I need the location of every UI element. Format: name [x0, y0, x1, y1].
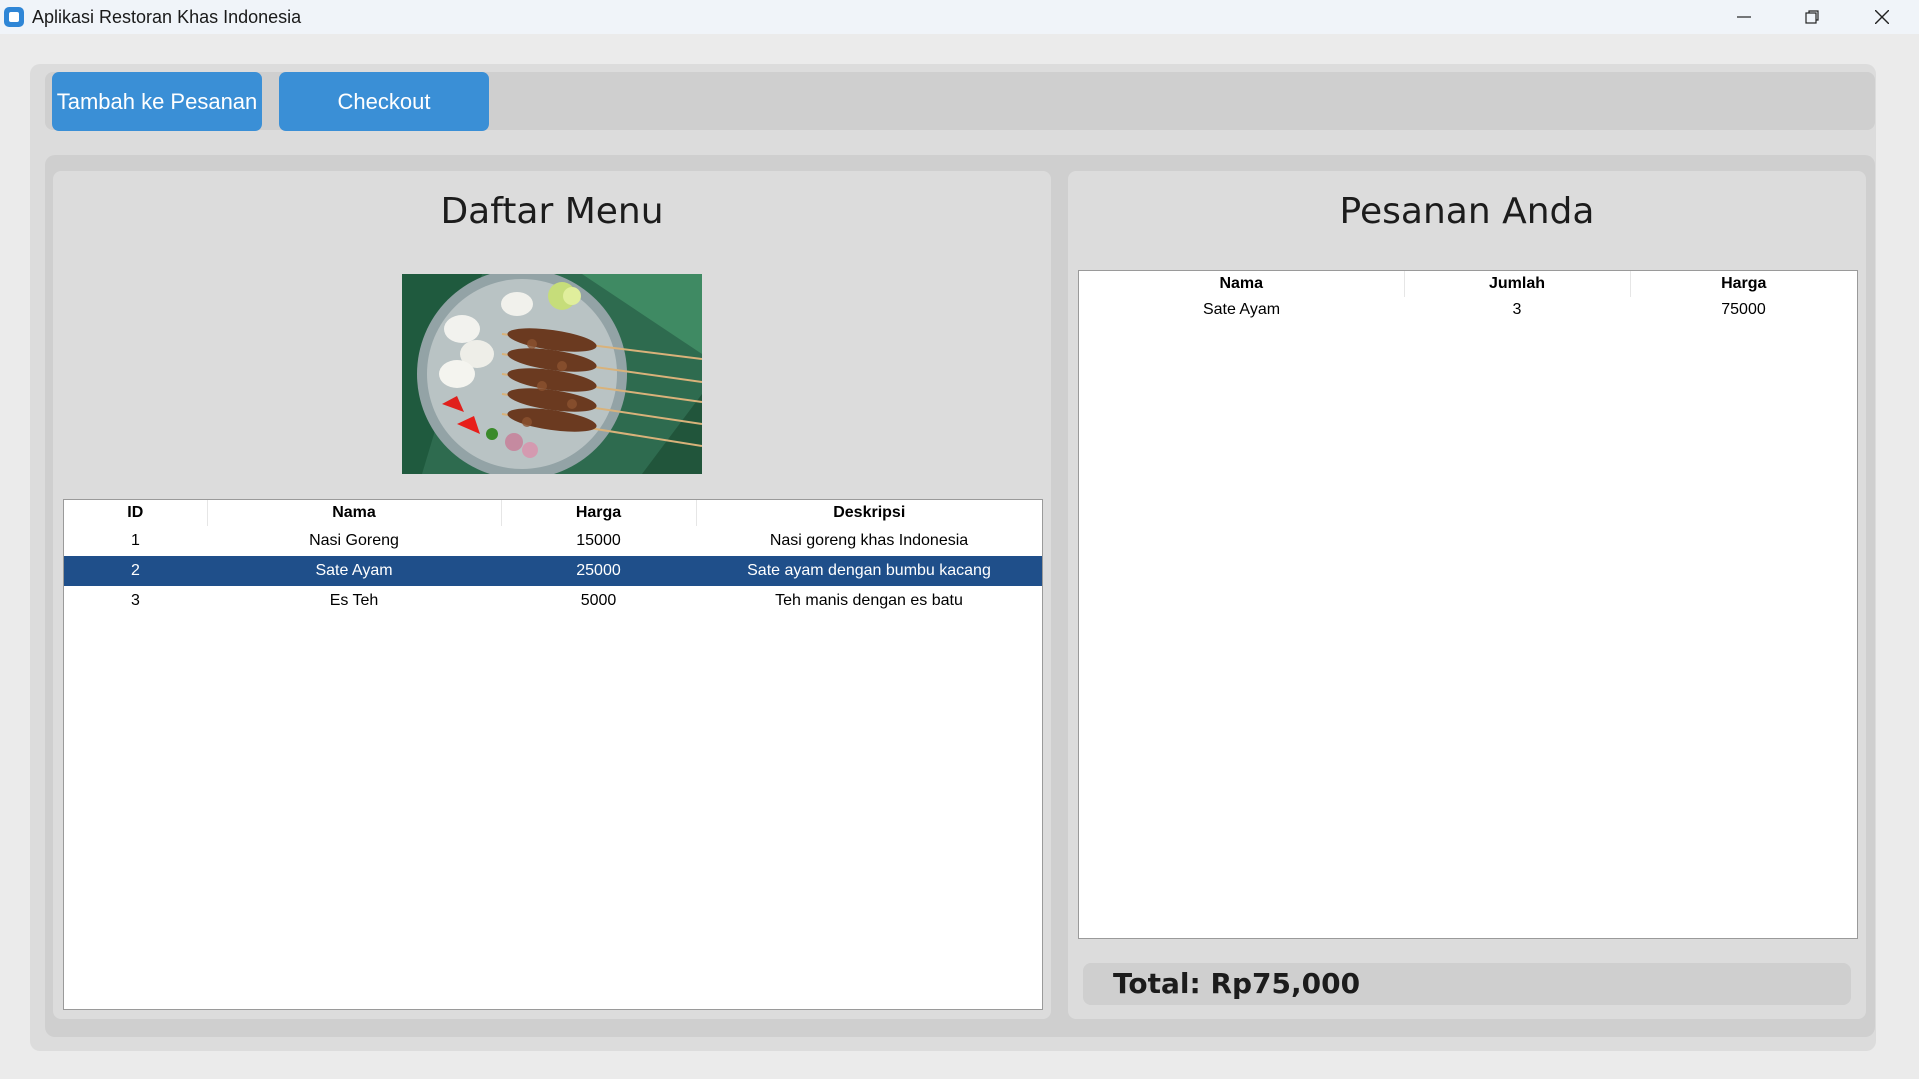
menu-table-header: ID Nama Harga Deskripsi	[64, 500, 1042, 526]
minimize-icon	[1737, 16, 1751, 18]
cell-deskripsi: Nasi goreng khas Indonesia	[769, 532, 969, 549]
table-row[interactable]: 1 Nasi Goreng 15000 Nasi goreng khas Ind…	[64, 526, 1042, 556]
column-header-deskripsi[interactable]: Deskripsi	[696, 500, 1042, 526]
window-title: Aplikasi Restoran Khas Indonesia	[32, 7, 302, 27]
order-table-header: Nama Jumlah Harga	[1079, 271, 1857, 297]
total-label: Total: Rp75,000	[1113, 967, 1361, 1000]
cell-id: 1	[131, 532, 140, 549]
menu-table[interactable]: ID Nama Harga Deskripsi 1 Nasi Goreng 15…	[63, 499, 1043, 1010]
close-button[interactable]	[1854, 0, 1910, 34]
maximize-button[interactable]	[1784, 0, 1840, 34]
order-table[interactable]: Nama Jumlah Harga Sate Ayam 3 75000	[1078, 270, 1858, 939]
cell-harga: 25000	[501, 556, 696, 586]
cell-deskripsi: Sate ayam dengan bumbu kacang	[696, 556, 1042, 586]
column-header-jumlah[interactable]: Jumlah	[1404, 271, 1631, 297]
table-row[interactable]: Sate Ayam 3 75000	[1079, 297, 1857, 323]
cell-harga: 15000	[576, 532, 621, 549]
cell-harga: 75000	[1721, 301, 1766, 318]
column-header-nama[interactable]: Nama	[1079, 271, 1405, 297]
add-to-order-button[interactable]: Tambah ke Pesanan	[52, 72, 262, 131]
cell-deskripsi: Teh manis dengan es batu	[775, 592, 963, 609]
menu-title: Daftar Menu	[440, 191, 664, 232]
app-icon	[4, 7, 24, 27]
checkout-button[interactable]: Checkout	[279, 72, 489, 131]
cell-harga: 5000	[580, 592, 617, 609]
cell-nama: Sate Ayam	[1202, 301, 1281, 318]
title-bar: Aplikasi Restoran Khas Indonesia	[0, 0, 1919, 34]
cell-nama: Es Teh	[329, 592, 379, 609]
cell-id: 3	[131, 592, 140, 609]
column-header-harga[interactable]: Harga	[1630, 271, 1857, 297]
close-icon	[1875, 10, 1889, 24]
food-image	[402, 274, 702, 474]
cell-nama: Sate Ayam	[207, 556, 501, 586]
order-title: Pesanan Anda	[1339, 191, 1595, 232]
column-header-nama[interactable]: Nama	[207, 500, 502, 526]
cell-jumlah: 3	[1512, 301, 1522, 318]
minimize-button[interactable]	[1716, 0, 1772, 34]
column-header-id[interactable]: ID	[64, 500, 208, 526]
cell-nama: Nasi Goreng	[309, 532, 399, 549]
table-row-selected[interactable]: 2 Sate Ayam 25000 Sate ayam dengan bumbu…	[64, 556, 1042, 586]
table-row[interactable]: 3 Es Teh 5000 Teh manis dengan es batu	[64, 586, 1042, 616]
cell-id: 2	[64, 556, 207, 586]
maximize-icon	[1805, 10, 1819, 24]
column-header-harga[interactable]: Harga	[501, 500, 697, 526]
